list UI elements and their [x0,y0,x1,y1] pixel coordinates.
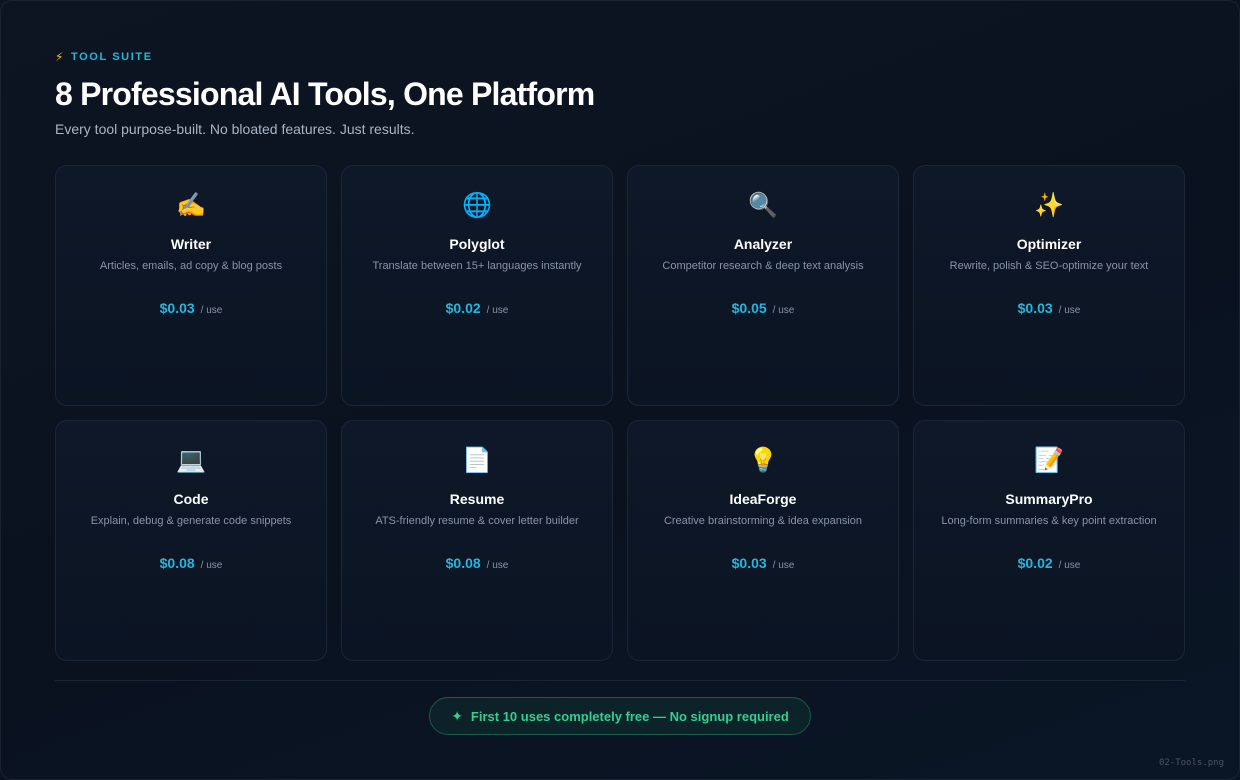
tool-price: $0.08 [445,555,481,571]
magnifier-icon: 🔍 [748,192,778,219]
tool-price: $0.08 [159,555,195,571]
lightning-icon: ⚡ [55,50,66,64]
tool-price-unit: / use [486,560,509,571]
tool-card-code[interactable]: 💻 Code Explain, debug & generate code sn… [55,420,327,661]
tool-price-row: $0.03 / use [1018,300,1081,316]
tool-description: Explain, debug & generate code snippets [90,515,292,527]
globe-icon: 🌐 [462,192,492,219]
tool-name: Analyzer [733,236,793,252]
tool-card-optimizer[interactable]: ✨ Optimizer Rewrite, polish & SEO-optimi… [913,165,1185,406]
tool-price: $0.05 [731,300,767,316]
lightbulb-icon: 💡 [748,447,778,474]
eyebrow-label: TOOL SUITE [71,51,153,63]
tool-name: Optimizer [1016,236,1082,252]
tool-name: Polyglot [449,236,505,252]
tool-price: $0.03 [1017,300,1053,316]
page-title: 8 Professional AI Tools, One Platform [55,76,595,112]
tool-price-unit: / use [200,305,223,316]
tool-price: $0.02 [1017,555,1053,571]
tool-description: Long-form summaries & key point extracti… [941,515,1157,527]
tool-description: Translate between 15+ languages instantl… [372,260,582,272]
tool-price-row: $0.08 / use [446,555,509,571]
document-icon: 📄 [462,447,492,474]
writing-hand-icon: ✍️ [176,192,206,219]
tool-price: $0.03 [159,300,195,316]
section-eyebrow: ⚡ TOOL SUITE [55,50,153,64]
sparkles-icon: ✨ [1034,192,1064,219]
tool-card-polyglot[interactable]: 🌐 Polyglot Translate between 15+ languag… [341,165,613,406]
section-divider [55,680,1185,681]
sparkle-icon: ✦ [451,707,463,724]
tool-card-summarypro[interactable]: 📝 SummaryPro Long-form summaries & key p… [913,420,1185,661]
tool-price-row: $0.02 / use [446,300,509,316]
tool-card-resume[interactable]: 📄 Resume ATS-friendly resume & cover let… [341,420,613,661]
tool-grid: ✍️ Writer Articles, emails, ad copy & bl… [55,165,1185,661]
tool-price-row: $0.02 / use [1018,555,1081,571]
laptop-icon: 💻 [176,447,206,474]
tool-name: IdeaForge [729,491,797,507]
free-uses-badge[interactable]: ✦ First 10 uses completely free — No sig… [429,697,811,735]
memo-icon: 📝 [1034,447,1064,474]
tool-price-row: $0.03 / use [160,300,223,316]
tool-card-writer[interactable]: ✍️ Writer Articles, emails, ad copy & bl… [55,165,327,406]
tool-name: Writer [170,236,212,252]
promo-text: First 10 uses completely free — No signu… [470,708,789,724]
tool-price: $0.02 [445,300,481,316]
page-subtitle: Every tool purpose-built. No bloated fea… [55,121,415,137]
tool-price-unit: / use [486,305,509,316]
tool-price-row: $0.08 / use [160,555,223,571]
tool-description: ATS-friendly resume & cover letter build… [375,515,579,527]
tool-description: Articles, emails, ad copy & blog posts [99,260,283,272]
tool-price-unit: / use [1058,560,1081,571]
tool-price-unit: / use [772,560,795,571]
tool-price: $0.03 [731,555,767,571]
tool-name: Resume [449,491,505,507]
tool-description: Rewrite, polish & SEO-optimize your text [949,260,1149,272]
tool-name: SummaryPro [1005,491,1093,507]
tool-description: Competitor research & deep text analysis [662,260,864,272]
filename-label: 02-Tools.png [1158,758,1224,768]
tool-name: Code [173,491,209,507]
tool-price-row: $0.03 / use [732,555,795,571]
tool-card-analyzer[interactable]: 🔍 Analyzer Competitor research & deep te… [627,165,899,406]
tool-description: Creative brainstorming & idea expansion [663,515,863,527]
tool-price-row: $0.05 / use [732,300,795,316]
tool-price-unit: / use [200,560,223,571]
tool-card-ideaforge[interactable]: 💡 IdeaForge Creative brainstorming & ide… [627,420,899,661]
tool-price-unit: / use [772,305,795,316]
tool-price-unit: / use [1058,305,1081,316]
